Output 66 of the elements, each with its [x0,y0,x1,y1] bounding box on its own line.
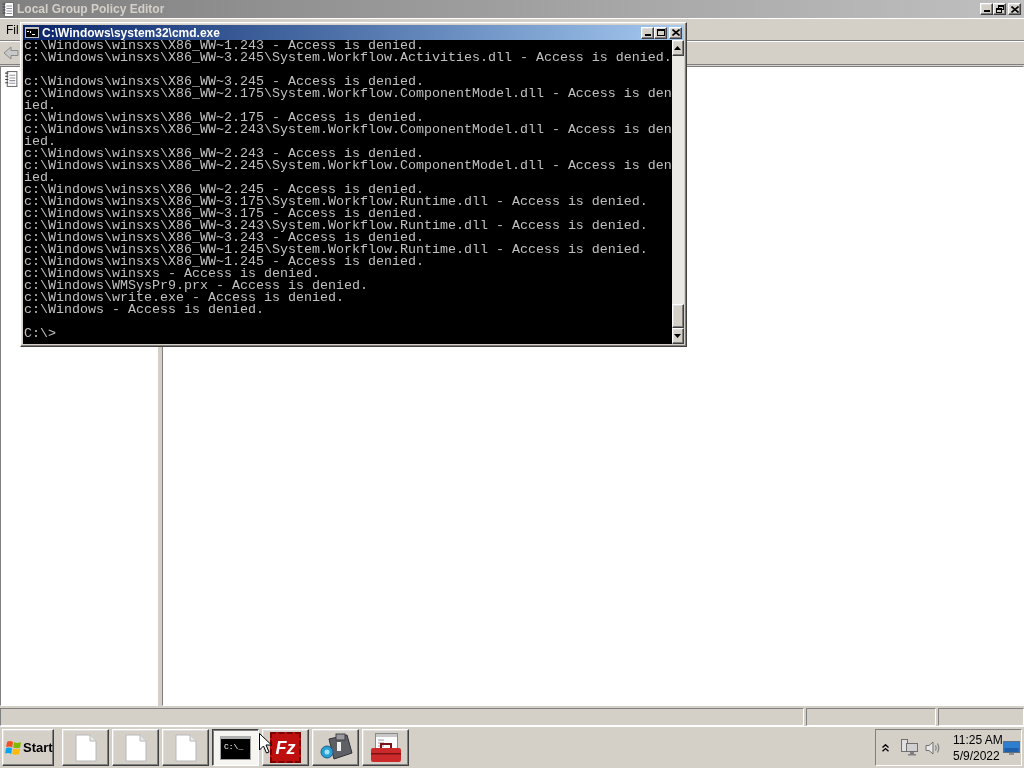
console-title: C:\Windows\system32\cmd.exe [42,25,220,40]
console-line: c:\Windows\write.exe - Access is denied. [24,292,344,304]
document-icon [124,733,147,762]
mouse-pointer-icon [259,733,272,754]
maximize-icon [656,29,665,36]
close-icon [671,29,680,36]
close-icon [1010,5,1019,13]
clock-time: 11:25 AM [953,731,1003,748]
console-line: C:\> [24,328,56,340]
console-line: c:\Windows\winsxs\X86_WW~2.243\System.Workflow.ComponentModel.dll - Access is den [24,124,672,136]
console-line: c:\Windows\winsxs\X86_WW~1.243 - Access is denied. [24,40,424,52]
tree-item-icon [4,71,18,87]
close-button[interactable] [1008,3,1021,15]
console-line: c:\Windows\winsxs\X86_WW~3.243 - Access is denied. [24,232,424,244]
console-line: c:\Windows\winsxs\X86_WW~2.175\System.Workflow.ComponentModel.dll - Access is den [24,88,672,100]
minimize-icon [983,10,990,12]
monitor-icon[interactable] [1003,740,1020,755]
console-line: c:\Windows\winsxs\X86_WW~1.245\System.Workflow.Runtime.dll - Access is denied. [24,244,648,256]
restore-button[interactable] [993,3,1006,15]
taskbar-button[interactable] [312,729,359,766]
console-line: c:\Windows - Access is denied. [24,304,264,316]
video-camera-icon [318,732,353,763]
taskbar-button[interactable] [362,729,409,766]
toolbox-icon [368,732,403,763]
close-button[interactable] [669,26,682,39]
window-title: Local Group Policy Editor [17,2,165,16]
console-line: ied. [24,172,56,184]
console-line: c:\Windows\winsxs\X86_WW~2.243 - Access is denied. [24,148,424,160]
logo-text: Fz [275,737,296,758]
console-line: c:\Windows\winsxs\X86_WW~3.245\System.Workflow.Activities.dll - Access is denied. [24,52,672,64]
console-line: c:\Windows\winsxs\X86_WW~3.243\System.Workflow.Runtime.dll - Access is denied. [24,220,648,232]
console-line: c:\Windows\winsxs\X86_WW~1.245 - Access is denied. [24,256,424,268]
speaker-icon[interactable] [925,739,942,756]
console-line: c:\Windows\winsxs\X86_WW~3.175\System.Workflow.Runtime.dll - Access is denied. [24,196,648,208]
caret-down-icon [674,334,682,338]
flag-icon [5,739,22,756]
console-line: ied. [24,136,56,148]
console-line: c:\Windows\winsxs\X86_WW~3.245 - Access is denied. [24,76,424,88]
taskbar-button[interactable] [162,729,209,766]
taskbar-button[interactable]: C:\_ [212,729,259,766]
console-line: c:\Windows\winsxs\X86_WW~2.245\System.Workflow.ComponentModel.dll - Access is den [24,160,672,172]
console-line: c:\Windows\winsxs\X86_WW~3.175 - Access is denied. [24,208,424,220]
double-chevron-icon[interactable] [882,743,889,752]
menu-item[interactable]: Fil [5,22,20,37]
console-line: c:\Windows\winsxs\X86_WW~2.175 - Access is denied. [24,112,424,124]
maximize-button[interactable] [654,26,667,39]
clock[interactable]: 11:25 AM 5/9/2022 [953,731,1003,764]
console-line: c:\Windows\winsxs - Access is denied. [24,268,320,280]
taskbar-button[interactable]: Fz [262,729,309,766]
terminal-prompt-text: C:\_ [224,741,244,751]
taskbar-button[interactable] [112,729,159,766]
taskbar-button[interactable] [62,729,109,766]
document-icon [74,733,97,762]
console-line: c:\Windows\WMSysPr9.prx - Access is denied. [24,280,368,292]
console-line: ied. [24,100,56,112]
start-button[interactable]: Start [2,729,54,766]
minimize-button[interactable] [641,26,654,39]
restore-icon [995,5,1004,13]
document-icon [174,733,197,762]
minimize-button[interactable] [980,3,993,15]
console-line: c:\Windows\winsxs\X86_WW~2.245 - Access is denied. [24,184,424,196]
minimize-icon [644,33,651,36]
caret-up-icon [674,46,682,50]
clock-date: 5/9/2022 [953,747,1000,764]
console-icon [25,27,39,38]
network-icon[interactable] [901,739,918,756]
